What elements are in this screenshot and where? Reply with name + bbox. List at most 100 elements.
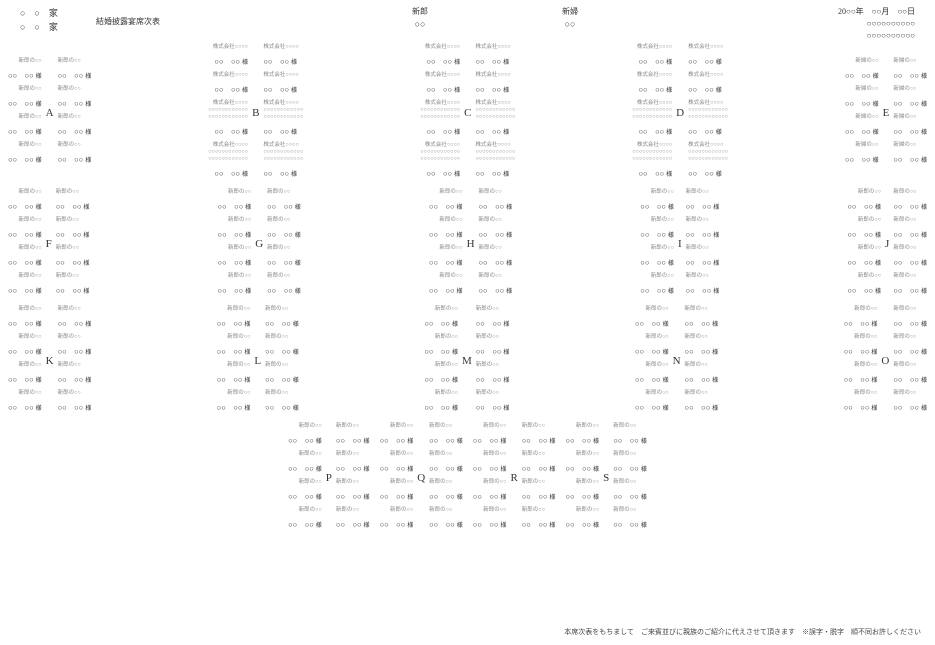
- guest-seat: 新郎の○○○○ ○○様: [267, 245, 301, 270]
- guest-relation: 新郎の○○: [613, 423, 647, 430]
- guest-seat: 新郎の○○○○ ○○様: [613, 479, 647, 504]
- guest-relation: 新郎の○○: [686, 245, 720, 252]
- guest-name: ○○ ○○様: [336, 436, 370, 445]
- guest-name: ○○ ○○様: [265, 403, 299, 412]
- guest-relation: 新郎の○○: [56, 245, 90, 252]
- guest-seat: 新郎の○○○○ ○○様: [56, 217, 90, 242]
- table-right-col: 新郎の○○○○ ○○様新郎の○○○○ ○○様新郎の○○○○ ○○様新郎の○○○○…: [479, 189, 513, 298]
- guest-seat: 新郎の○○○○ ○○様: [265, 362, 299, 387]
- guest-name: ○○ ○○様: [893, 71, 927, 80]
- guest-name: ○○ ○○様: [263, 57, 297, 66]
- guest-name: ○○ ○○様: [845, 127, 879, 136]
- guest-seat: 新郎の○○○○ ○○様: [476, 362, 510, 387]
- guest-relation: 新郎の○○: [844, 306, 878, 313]
- table-right-col: 株式会社○○○○○○ ○○様株式会社○○○○○○ ○○様株式会社○○○○○○○○…: [688, 44, 728, 181]
- guest-name: ○○ ○○様: [847, 258, 881, 267]
- guest-seat: 新婦の○○○○ ○○様: [893, 58, 927, 83]
- guest-seat: 新郎の○○○○ ○○様: [686, 245, 720, 270]
- table-letter: A: [42, 107, 58, 119]
- guest-relation: 新郎の○○: [267, 273, 301, 280]
- table-c: 株式会社○○○○○○ ○○様株式会社○○○○○○ ○○様株式会社○○○○○○○○…: [420, 44, 515, 181]
- guest-seat: 新郎の○○○○ ○○様: [58, 114, 92, 139]
- guest-relation: 新郎の○○: [473, 451, 507, 458]
- guest-name: ○○ ○○様: [686, 230, 720, 239]
- guest-name: ○○ ○○様: [475, 127, 509, 136]
- guest-name: ○○ ○○様: [8, 375, 42, 384]
- guest-seat: 新郎の○○○○ ○○様: [8, 58, 42, 83]
- families-block: ○ ○ 家 ○ ○ 家: [20, 6, 58, 34]
- guest-seat: 新郎の○○○○ ○○様: [685, 306, 719, 331]
- guest-seat: 新郎の○○○○ ○○様: [613, 423, 647, 448]
- table-right-col: 新郎の○○○○ ○○様新郎の○○○○ ○○様新郎の○○○○ ○○様新郎の○○○○…: [685, 306, 719, 415]
- table-left-col: 株式会社○○○○○○ ○○様株式会社○○○○○○ ○○様株式会社○○○○○○○○…: [208, 44, 248, 181]
- table-letter: L: [250, 355, 265, 367]
- guest-relation: 新郎の○○: [476, 390, 510, 397]
- guest-name: ○○ ○○様: [844, 319, 878, 328]
- table-right-col: 株式会社○○○○○○ ○○様株式会社○○○○○○ ○○様株式会社○○○○○○○○…: [263, 44, 303, 181]
- guest-relation: 新郎の○○: [640, 273, 674, 280]
- table-a: 新郎の○○○○ ○○様新郎の○○○○ ○○様新郎の○○○○ ○○様新郎の○○○○…: [8, 44, 91, 181]
- table-o: 新郎の○○○○ ○○様新郎の○○○○ ○○様新郎の○○○○ ○○様新郎の○○○○…: [844, 306, 927, 415]
- table-j: 新郎の○○○○ ○○様新郎の○○○○ ○○様新郎の○○○○ ○○様新郎の○○○○…: [847, 189, 927, 298]
- guest-seat: 新郎の○○○○ ○○様: [847, 217, 881, 242]
- guest-name: ○○ ○○様: [635, 347, 669, 356]
- guest-name: ○○ ○○様: [893, 319, 927, 328]
- guest-relation: 新郎の○○: [336, 423, 370, 430]
- groom-family: ○ ○ 家: [20, 6, 58, 20]
- guest-relation: 新郎の○○: [847, 217, 881, 224]
- guest-relation: 新郎の○○: [640, 217, 674, 224]
- guest-relation: 新郎の○○: [429, 273, 463, 280]
- guest-name: ○○ ○○様: [267, 230, 301, 239]
- guest-seat: 新郎の○○○○ ○○様: [686, 217, 720, 242]
- guest-relation: 新郎の○○: [686, 189, 720, 196]
- guest-name: ○○ ○○様: [476, 347, 510, 356]
- guest-relation: 新郎の○○: [893, 390, 927, 397]
- guest-relation: 新郎の○○: [476, 306, 510, 313]
- guest-name: ○○ ○○様: [522, 464, 556, 473]
- guest-relation: 新郎の○○: [429, 423, 463, 430]
- table-e: 新婦の○○○○ ○○様新婦の○○○○ ○○様新婦の○○○○ ○○様新婦の○○○○…: [845, 44, 927, 181]
- guest-name: ○○ ○○様: [217, 403, 251, 412]
- guest-relation: 株式会社○○○○: [688, 72, 728, 79]
- table-h: 新郎の○○○○ ○○様新郎の○○○○ ○○様新郎の○○○○ ○○様新郎の○○○○…: [429, 189, 512, 298]
- guest-relation: 新郎の○○: [685, 390, 719, 397]
- table-letter: R: [506, 472, 521, 484]
- table-left-col: 新郎の○○○○ ○○様新郎の○○○○ ○○様新郎の○○○○ ○○様新郎の○○○○…: [635, 306, 669, 415]
- guest-seat: 株式会社○○○○○○ ○○様: [475, 44, 515, 69]
- guest-seat: 新郎の○○○○ ○○様: [565, 479, 599, 504]
- guest-relation: 新郎の○○: [8, 142, 42, 149]
- guest-seat: 新郎の○○○○ ○○様: [288, 451, 322, 476]
- guest-relation: 新郎の○○: [58, 334, 92, 341]
- guest-relation: 新郎の○○: [847, 189, 881, 196]
- guest-relation: 新郎の○○: [8, 390, 42, 397]
- guest-seat: 新郎の○○○○ ○○様: [267, 273, 301, 298]
- guest-name: ○○ ○○様: [893, 127, 927, 136]
- guest-seat: 新郎の○○○○ ○○様: [8, 245, 42, 270]
- guest-name: ○○ ○○様: [56, 230, 90, 239]
- guest-name: ○○ ○○様: [613, 520, 647, 529]
- guest-name: ○○ ○○様: [473, 492, 507, 501]
- guest-seat: 新郎の○○○○ ○○様: [336, 479, 370, 504]
- table-letter: I: [674, 238, 686, 250]
- guest-name: ○○ ○○様: [336, 520, 370, 529]
- guest-seat: 新郎の○○○○ ○○様: [847, 273, 881, 298]
- table-n: 新郎の○○○○ ○○様新郎の○○○○ ○○様新郎の○○○○ ○○様新郎の○○○○…: [635, 306, 718, 415]
- table-left-col: 新郎の○○○○ ○○様新郎の○○○○ ○○様新郎の○○○○ ○○様新郎の○○○○…: [8, 189, 42, 298]
- guest-seat: 株式会社○○○○○○○○○○○○○○○○○○○○○○○○○○○○○○ ○○様: [475, 142, 515, 181]
- table-right-col: 株式会社○○○○○○ ○○様株式会社○○○○○○ ○○様株式会社○○○○○○○○…: [475, 44, 515, 181]
- guest-seat: 新婦の○○○○ ○○様: [845, 58, 879, 83]
- guest-name: ○○ ○○様: [686, 202, 720, 211]
- guest-seat: 新郎の○○○○ ○○様: [635, 362, 669, 387]
- table-q: 新郎の○○○○ ○○様新郎の○○○○ ○○様新郎の○○○○ ○○様新郎の○○○○…: [380, 423, 463, 532]
- guest-affiliation: 株式会社○○○○○○○○○○○○○○○○○○○○○○○○○○○○: [208, 100, 248, 121]
- guest-name: ○○ ○○様: [56, 286, 90, 295]
- table-left-col: 新郎の○○○○ ○○様新郎の○○○○ ○○様新郎の○○○○ ○○様新郎の○○○○…: [429, 189, 463, 298]
- guest-seat: 新郎の○○○○ ○○様: [8, 334, 42, 359]
- guest-seat: 新郎の○○○○ ○○様: [429, 507, 463, 532]
- guest-name: ○○ ○○様: [263, 169, 297, 178]
- guest-seat: 新郎の○○○○ ○○様: [473, 479, 507, 504]
- guest-seat: 新郎の○○○○ ○○様: [685, 334, 719, 359]
- guest-seat: 新郎の○○○○ ○○様: [218, 245, 252, 270]
- guest-relation: 新郎の○○: [56, 273, 90, 280]
- guest-seat: 株式会社○○○○○○ ○○様: [263, 44, 303, 69]
